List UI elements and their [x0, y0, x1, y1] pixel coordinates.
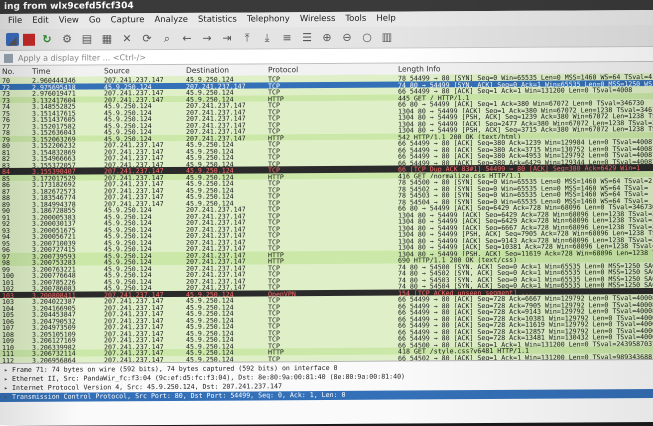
- detail-tree-label: Internet Protocol Version 4, Src: 45.9.2…: [12, 382, 282, 392]
- menu-go[interactable]: Go: [89, 15, 101, 25]
- menu-telephony[interactable]: Telephony: [247, 14, 290, 24]
- colorize-icon[interactable]: ☰: [299, 30, 315, 46]
- menu-analyze[interactable]: Analyze: [154, 15, 188, 25]
- resize-columns-icon[interactable]: ▥: [379, 30, 395, 46]
- column-header-destination[interactable]: Destination: [186, 64, 266, 75]
- go-forward-icon[interactable]: →: [199, 31, 215, 47]
- last-packet-icon[interactable]: ⤓: [259, 30, 275, 46]
- menu-help[interactable]: Help: [376, 14, 395, 24]
- menu-view[interactable]: View: [59, 16, 79, 26]
- expand-arrow-icon[interactable]: ▸: [4, 375, 12, 384]
- zoom-in-icon[interactable]: ⊕: [319, 30, 335, 46]
- close-file-icon[interactable]: ✕: [119, 31, 135, 47]
- menu-capture[interactable]: Capture: [111, 15, 145, 25]
- autoscroll-icon[interactable]: ≡: [279, 30, 295, 46]
- expand-arrow-icon[interactable]: ▸: [4, 366, 12, 375]
- packet-list[interactable]: 70 2.960444346 207.241.237.147 45.9.250.124…: [0, 73, 653, 364]
- reload-icon[interactable]: ⟳: [139, 31, 155, 47]
- zoom-out-icon[interactable]: ⊖: [339, 30, 355, 46]
- expand-arrow-icon[interactable]: ▸: [4, 393, 12, 402]
- display-filter-input[interactable]: Apply a display filter ... <Ctrl-/>: [18, 53, 146, 63]
- column-header-time[interactable]: Time: [32, 65, 102, 76]
- menu-file[interactable]: File: [8, 16, 22, 26]
- column-header-source[interactable]: Source: [104, 65, 184, 76]
- normal-size-icon[interactable]: ○: [359, 30, 375, 46]
- menu-tools[interactable]: Tools: [345, 14, 366, 24]
- menu-wireless[interactable]: Wireless: [300, 14, 336, 24]
- column-header-no[interactable]: No.: [2, 66, 28, 77]
- filter-bookmark-icon[interactable]: [4, 53, 13, 63]
- shark-fin-icon[interactable]: ◢: [6, 32, 19, 47]
- stop-icon[interactable]: [23, 33, 35, 46]
- open-folder-icon[interactable]: ▤: [79, 31, 95, 47]
- column-header-protocol[interactable]: Protocol: [268, 64, 318, 75]
- menu-statistics[interactable]: Statistics: [198, 15, 237, 25]
- wireshark-window: ing from wlx9cefd5fcf304 File Edit View Go C…: [0, 0, 653, 426]
- detail-tree-label: Transmission Control Protocol, Src Port:…: [12, 390, 346, 401]
- menu-edit[interactable]: Edit: [32, 16, 48, 26]
- go-back-icon[interactable]: ←: [179, 31, 195, 47]
- options-gear-icon[interactable]: ⚙: [59, 32, 75, 48]
- go-to-packet-icon[interactable]: ⇥: [219, 31, 235, 47]
- save-icon[interactable]: ▦: [99, 31, 115, 47]
- packet-details-pane[interactable]: ▸ Frame 71: 74 bytes on wire (592 bits), …: [0, 359, 653, 426]
- find-icon[interactable]: ⌕: [159, 31, 175, 47]
- restart-icon[interactable]: ↻: [39, 32, 55, 48]
- expand-arrow-icon[interactable]: ▸: [4, 384, 12, 393]
- first-packet-icon[interactable]: ⤒: [239, 30, 255, 46]
